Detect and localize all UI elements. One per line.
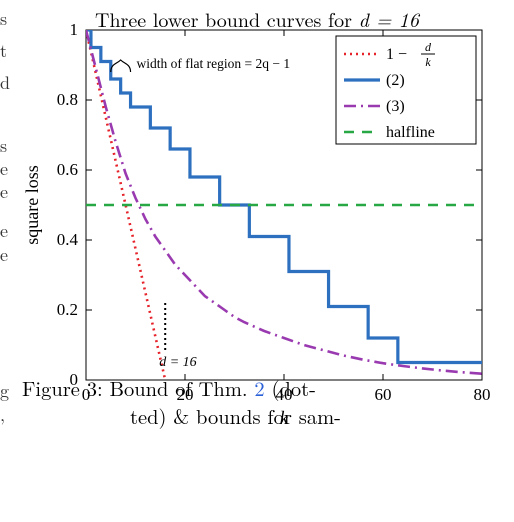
svg-text:0.2: 0.2 — [57, 300, 78, 319]
svg-text:width of flat region = 2q − 1: width of flat region = 2q − 1 — [137, 56, 291, 71]
cropped-letter: , — [0, 404, 5, 426]
thm-link[interactable]: 2 — [254, 373, 264, 402]
cropped-left-text-column: s t d s e e e e g , — [0, 0, 14, 522]
caption-text: Bound of Thm. — [103, 373, 255, 402]
cropped-letter: e — [0, 220, 8, 242]
cropped-letter: d — [0, 72, 10, 94]
chart: Three lower bound curves for d = 16 0204… — [22, 0, 492, 430]
cropped-letter: e — [0, 244, 8, 266]
figure-caption: Figure 3: Bound of Thm. 2 (dot- ted) & b… — [22, 374, 502, 430]
svg-text:halfline: halfline — [386, 124, 435, 141]
svg-text:0.8: 0.8 — [57, 90, 78, 109]
svg-text:0.4: 0.4 — [57, 230, 79, 249]
caption-text: ted) & bounds for sam- — [22, 402, 502, 430]
svg-text:1: 1 — [70, 24, 79, 39]
svg-text:0.6: 0.6 — [57, 160, 78, 179]
cropped-letter: s — [0, 8, 7, 30]
svg-text:d: d — [425, 40, 432, 54]
cropped-letter: e — [0, 158, 8, 180]
cropped-letter: s — [0, 135, 7, 157]
figure-label: Figure 3: — [22, 373, 103, 402]
caption-text: (dot- — [265, 373, 316, 402]
cropped-letter: g — [0, 380, 9, 402]
svg-text:(3): (3) — [386, 98, 405, 115]
chart-svg: 02040608000.20.40.60.81ksquare lossd = 1… — [22, 24, 492, 430]
svg-text:square loss: square loss — [22, 165, 42, 245]
cropped-letter: t — [0, 40, 7, 62]
svg-text:1 −: 1 − — [386, 46, 407, 63]
svg-text:d = 16: d = 16 — [159, 355, 196, 370]
cropped-letter: e — [0, 181, 8, 203]
svg-text:(2): (2) — [386, 72, 405, 89]
svg-text:k: k — [425, 55, 431, 69]
figure-3: Three lower bound curves for d = 16 0204… — [22, 0, 510, 430]
